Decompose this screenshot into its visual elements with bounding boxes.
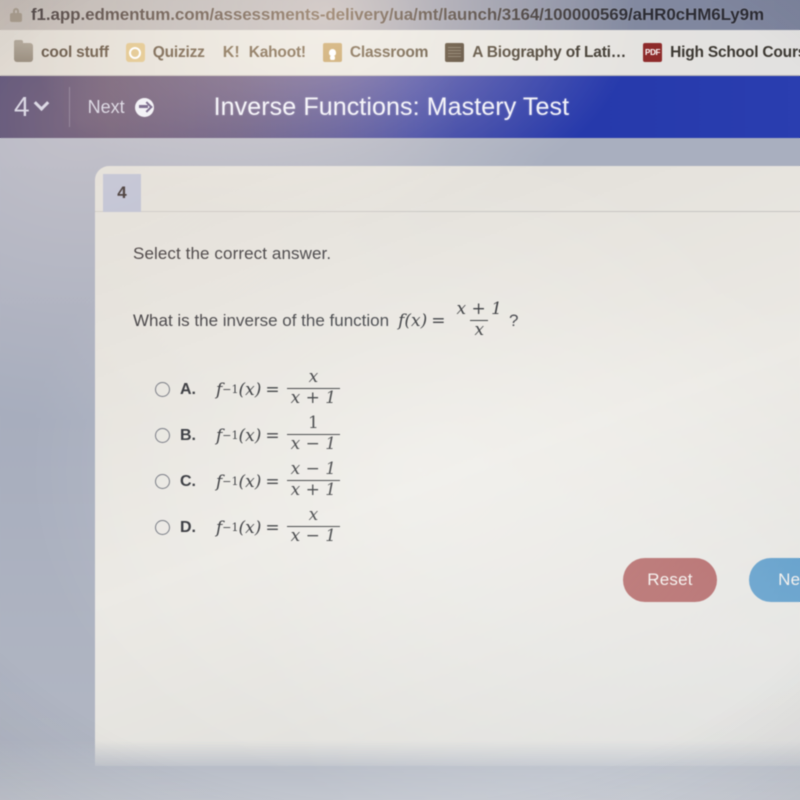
choice-arg: (x) <box>238 379 262 400</box>
radio-b[interactable] <box>155 428 170 444</box>
exponent: −1 <box>222 383 239 397</box>
action-buttons: Reset Next <box>95 558 800 602</box>
answer-choices: A. f −1 (x) = x x + 1 B. f −1 (x) = 1 x … <box>155 367 800 551</box>
question-card: 4 Select the correct answer. What is the… <box>95 166 800 766</box>
choice-letter: B. <box>180 426 196 444</box>
reset-button[interactable]: Reset <box>623 558 717 602</box>
choice-fraction: x − 1 x + 1 <box>286 459 341 500</box>
answer-choice-b[interactable]: B. f −1 (x) = 1 x − 1 <box>155 413 800 459</box>
folder-icon <box>14 40 33 62</box>
bookmark-high-school-course[interactable]: PDF High School Cours <box>643 43 800 62</box>
fraction-denominator: x − 1 <box>286 434 341 454</box>
header-next-label: Next <box>87 96 125 117</box>
exponent: −1 <box>222 475 239 489</box>
choice-arg: (x) <box>238 471 262 492</box>
radio-c[interactable] <box>155 474 170 490</box>
assessment-header: 4 Next Inverse Functions: Mastery Test <box>0 76 800 138</box>
equals-sign: = <box>265 471 280 492</box>
fraction-numerator: 1 <box>307 413 319 434</box>
bookmarks-bar: cool stuff Quizizz K! Kahoot! Classroom … <box>0 30 800 76</box>
question-prompt-text: What is the inverse of the function <box>133 311 390 331</box>
question-number-value: 4 <box>14 91 30 122</box>
bookmark-classroom[interactable]: Classroom <box>322 43 429 62</box>
fraction-denominator: x − 1 <box>286 526 341 546</box>
choice-letter: A. <box>180 380 196 398</box>
bookmark-biography[interactable]: A Biography of Lati… <box>445 43 626 62</box>
bookmark-label: Classroom <box>349 43 429 61</box>
fraction-numerator: x <box>308 505 319 526</box>
exponent: −1 <box>222 521 239 535</box>
page-title: Inverse Functions: Mastery Test <box>213 92 570 121</box>
arrow-right-circle-icon <box>134 97 154 117</box>
choice-arg: (x) <box>238 517 262 538</box>
choice-letter: C. <box>180 472 196 490</box>
choice-fraction: 1 x − 1 <box>286 413 341 454</box>
exponent: −1 <box>222 429 239 443</box>
bookmark-label: cool stuff <box>41 43 109 61</box>
choice-formula: f −1 (x) = 1 x − 1 <box>216 413 343 455</box>
bookmark-label: A Biography of Lati… <box>472 43 627 61</box>
fraction-denominator: x <box>470 319 489 340</box>
function-arg: (x) <box>404 311 428 332</box>
fraction-numerator: x − 1 <box>290 459 337 480</box>
answer-choice-c[interactable]: C. f −1 (x) = x − 1 x + 1 <box>155 459 800 505</box>
choice-formula: f −1 (x) = x x − 1 <box>216 505 343 547</box>
question-formula: f (x) = x + 1 x ? <box>398 299 519 341</box>
choice-formula: f −1 (x) = x − 1 x + 1 <box>216 459 343 501</box>
bookmark-kahoot[interactable]: K! Kahoot! <box>222 43 306 62</box>
bookmark-label: Quizizz <box>152 43 205 61</box>
equals-sign: = <box>265 379 280 400</box>
answer-choice-d[interactable]: D. f −1 (x) = x x − 1 <box>155 505 800 551</box>
radio-d[interactable] <box>155 520 170 536</box>
bookmark-label: High School Cours <box>670 43 800 61</box>
fraction-denominator: x + 1 <box>286 480 341 500</box>
question-mark: ? <box>508 311 519 331</box>
choice-formula: f −1 (x) = x x + 1 <box>216 367 343 409</box>
question-tabstrip: 4 <box>95 166 800 212</box>
question-tab-4[interactable]: 4 <box>103 174 141 212</box>
equals-sign: = <box>265 425 280 446</box>
choice-fraction: x x − 1 <box>286 505 341 546</box>
url-text: f1.app.edmentum.com/assessments-delivery… <box>31 5 765 24</box>
fraction-denominator: x + 1 <box>286 388 341 408</box>
classroom-icon <box>322 43 342 62</box>
quizizz-icon <box>125 43 145 62</box>
question-number-dropdown[interactable]: 4 <box>0 91 69 123</box>
bookmark-quizizz[interactable]: Quizizz <box>125 43 205 62</box>
book-icon <box>445 43 465 62</box>
equals-sign: = <box>265 517 280 538</box>
fraction-numerator: x + 1 <box>456 299 502 319</box>
header-next-button[interactable]: Next <box>70 97 172 118</box>
bookmark-label: Kahoot! <box>248 43 306 61</box>
next-button[interactable]: Next <box>749 558 800 602</box>
kahoot-icon: K! <box>222 44 240 61</box>
question-prompt: What is the inverse of the function f (x)… <box>133 299 800 341</box>
radio-a[interactable] <box>155 382 170 398</box>
bookmark-cool-stuff[interactable]: cool stuff <box>14 40 109 62</box>
choice-arg: (x) <box>238 425 262 446</box>
function-fraction: x + 1 x <box>453 299 506 340</box>
chevron-down-icon <box>33 94 49 111</box>
lock-icon <box>10 8 22 22</box>
equals-sign: = <box>431 311 446 332</box>
pdf-icon: PDF <box>643 43 663 62</box>
instruction-text: Select the correct answer. <box>133 244 332 263</box>
browser-url-bar[interactable]: f1.app.edmentum.com/assessments-delivery… <box>0 0 800 30</box>
assessment-body: 4 Select the correct answer. What is the… <box>0 138 800 800</box>
screen-photo: f1.app.edmentum.com/assessments-delivery… <box>0 0 800 800</box>
choice-letter: D. <box>180 518 196 536</box>
fraction-numerator: x <box>308 367 319 388</box>
choice-fraction: x x + 1 <box>286 367 341 408</box>
answer-choice-a[interactable]: A. f −1 (x) = x x + 1 <box>155 367 800 413</box>
